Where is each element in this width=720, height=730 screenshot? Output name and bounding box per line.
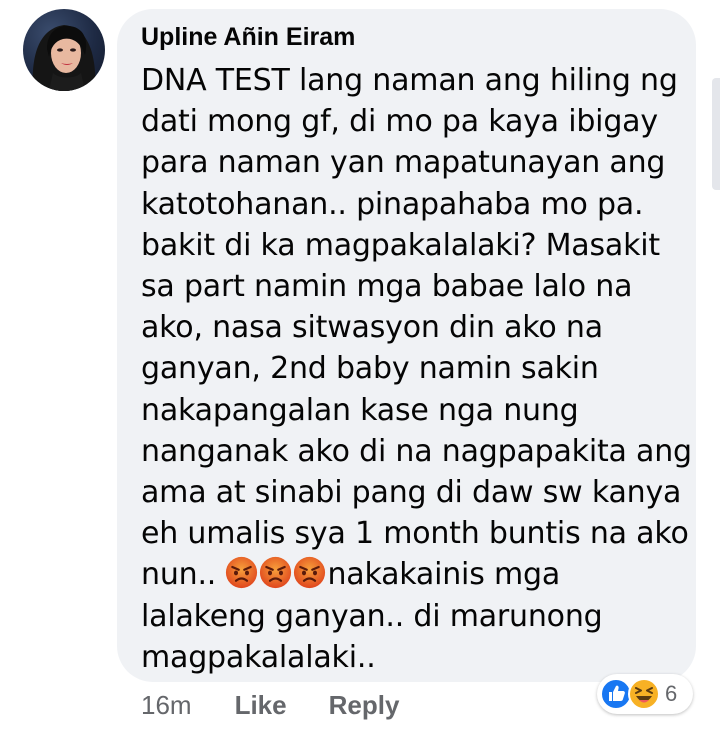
comment-line: eh umalis sya 1 month buntis na ako [141,516,689,552]
comment-line: katotohanan.. pinapahaba mo pa. [141,186,644,222]
comment-author-name[interactable]: Upline Añin Eiram [141,23,355,52]
comment-actions: 16m Like Reply [141,688,441,722]
comment-line: dati mong gf, di mo pa kaya ibigay [141,104,658,140]
comment-line: nakapangalan kase nga nung [141,392,579,428]
avatar[interactable] [23,9,105,91]
scrollbar[interactable] [712,78,720,190]
comment-text-fragment: nun.. [141,557,226,593]
reply-button[interactable]: Reply [329,690,400,721]
comment-line: nanganak ako di na nagpapakita ang [141,433,692,469]
comment-line-with-emoji: nun.. nakakainis mga [141,554,701,595]
comment-line: DNA TEST lang naman ang hiling ng [141,63,678,98]
comment-timestamp[interactable]: 16m [141,690,192,721]
comment-line: lalakeng ganyan.. di marunong [141,598,603,634]
angry-face-emoji-icon [225,556,258,589]
like-button[interactable]: Like [235,690,287,721]
comment-line: magpakalalaki.. [141,639,376,675]
comment-body: DNA TEST lang naman ang hiling ng dati m… [141,60,701,678]
haha-reaction-icon [628,678,660,710]
comment-line: ama at sinabi pang di daw sw kanya [141,475,682,511]
angry-face-emoji-icon [259,556,292,589]
reaction-summary[interactable]: 6 [597,674,693,714]
comment-line: ako, nasa sitwasyon din ako na [141,310,603,346]
comment-line: sa part namin mga babae lalo na [141,269,633,305]
comment-text-fragment: nakakainis mga [327,557,561,593]
comment-line: para naman yan mapatunayan ang [141,145,666,181]
reaction-count: 6 [665,681,678,706]
comment-line: ganyan, 2nd baby namin sakin [141,351,599,387]
angry-face-emoji-icon [293,556,326,589]
comment-line: bakit di ka magpakalalaki? Masakit [141,227,660,263]
avatar-photo [32,25,96,91]
